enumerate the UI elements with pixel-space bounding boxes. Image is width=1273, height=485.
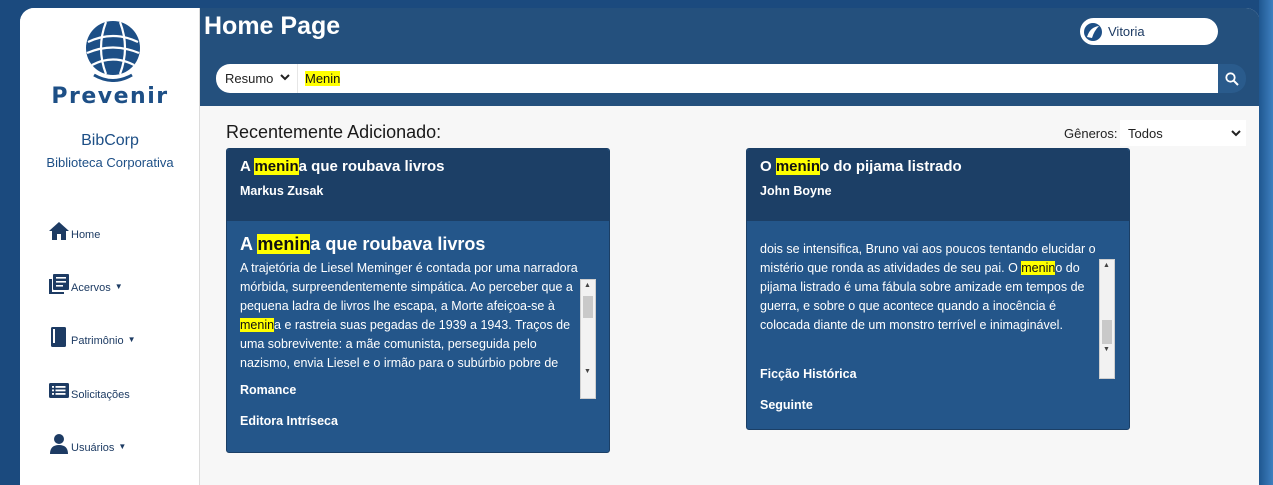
book-icon: [51, 327, 66, 347]
window-edge: [1259, 0, 1273, 485]
search-filter-value: Resumo: [225, 71, 274, 86]
books-icon: [49, 274, 69, 294]
book-title[interactable]: A menina que roubava livros: [240, 157, 596, 176]
search-highlight: menin: [1021, 261, 1056, 275]
org-name: BibCorp: [81, 132, 139, 149]
search-highlight: menin: [240, 318, 275, 332]
search-highlight: menin: [257, 234, 311, 254]
search-icon: [1225, 71, 1239, 86]
chevron-down-icon: [1231, 130, 1241, 137]
sidebar-item-label: Acervos: [71, 282, 111, 294]
user-name: Vitoria: [1108, 24, 1145, 39]
app-window: Prevenir BibCorp Biblioteca Corporativa …: [20, 8, 1260, 485]
book-card-body: A menina que roubava livros A trajetória…: [227, 234, 609, 428]
book-author: John Boyne: [760, 184, 832, 198]
user-menu-button[interactable]: Vitoria: [1080, 18, 1218, 45]
synopsis-text: A trajetória de Liesel Meminger é contad…: [240, 261, 578, 313]
scroll-down-icon[interactable]: ▼: [1103, 346, 1110, 353]
org-subtitle: Biblioteca Corporativa: [46, 155, 174, 170]
book-publisher: Editora Intríseca: [240, 414, 338, 428]
scroll-thumb[interactable]: [583, 296, 593, 318]
book-publisher: Seguinte: [760, 398, 813, 412]
globe-logo-icon: [86, 21, 140, 82]
book-genre: Romance: [240, 383, 297, 397]
chevron-down-icon: [280, 74, 290, 81]
book-card-header: A menina que roubava livros Markus Zusak: [227, 149, 609, 221]
genre-label: Gêneros:: [1064, 126, 1118, 141]
book-title-text: a que roubava livros: [298, 158, 445, 175]
book-card[interactable]: O menino do pijama listrado John Boyne B…: [746, 148, 1130, 430]
book-title[interactable]: O menino do pijama listrado: [760, 157, 1116, 176]
book-title-text: O: [760, 158, 776, 175]
sidebar-item-usuarios[interactable]: Usuários ▼: [48, 433, 126, 455]
sidebar-item-label: Home: [71, 229, 101, 241]
sidebar-item-acervos[interactable]: Acervos ▼: [48, 273, 123, 295]
sidebar: Prevenir BibCorp Biblioteca Corporativa …: [20, 8, 200, 485]
search-bar: Resumo Menin: [216, 64, 1246, 93]
logo-text: Prevenir: [51, 84, 169, 109]
book-card-body: Bruno faz amizade com um garoto do outro…: [747, 240, 1129, 412]
section-title: Recentemente Adicionado:: [226, 122, 442, 142]
avatar-icon: [1084, 22, 1102, 41]
scroll-up-icon[interactable]: ▲: [1103, 262, 1110, 269]
synopsis-textarea[interactable]: A trajetória de Liesel Meminger é contad…: [240, 259, 580, 373]
genre-value: Todos: [1128, 125, 1163, 141]
book-title-text: A: [240, 158, 255, 175]
home-icon: [49, 222, 69, 240]
main-content: Home Page Vitoria Resumo Menin Recenteme…: [200, 8, 1260, 485]
synopsis-scrolled-content: Bruno faz amizade com um garoto do outro…: [760, 240, 1098, 335]
sidebar-item-patrimonio[interactable]: Patrimônio ▼: [48, 326, 136, 348]
synopsis-textarea[interactable]: Bruno faz amizade com um garoto do outro…: [760, 240, 1098, 360]
synopsis-text: a e rastreia suas pegadas de 1939 a 1943…: [240, 318, 571, 370]
book-title-text: o do pijama listrado: [820, 158, 962, 175]
scroll-down-icon[interactable]: ▼: [584, 368, 591, 375]
search-button[interactable]: [1218, 64, 1246, 93]
search-input[interactable]: Menin: [298, 64, 1218, 93]
search-filter-select[interactable]: Resumo: [216, 64, 298, 93]
caret-down-icon: ▼: [127, 335, 136, 344]
search-highlight: menin: [254, 158, 299, 175]
sidebar-item-label: Solicitações: [71, 389, 130, 401]
synopsis-title-text: A: [240, 234, 258, 254]
sidebar-item-home[interactable]: Home: [48, 220, 100, 242]
book-author: Markus Zusak: [240, 184, 324, 198]
caret-down-icon: ▼: [118, 442, 127, 451]
search-query: Menin: [305, 71, 341, 86]
sidebar-item-label: Usuários: [71, 442, 115, 454]
genre-select[interactable]: Todos: [1120, 120, 1246, 146]
book-genre: Ficção Histórica: [760, 367, 857, 381]
book-card[interactable]: A menina que roubava livros Markus Zusak…: [226, 148, 610, 453]
list-icon: [49, 383, 69, 398]
synopsis-scrollbar[interactable]: ▲ ▼: [1099, 259, 1115, 379]
sidebar-item-label: Patrimônio: [71, 335, 124, 347]
page-title: Home Page: [204, 12, 341, 40]
scroll-up-icon[interactable]: ▲: [584, 282, 591, 289]
sidebar-item-solicitacoes[interactable]: Solicitações: [48, 380, 130, 402]
top-bar: Home Page Vitoria Resumo Menin: [200, 8, 1260, 106]
book-card-header: O menino do pijama listrado John Boyne: [747, 149, 1129, 221]
scroll-thumb[interactable]: [1102, 320, 1112, 344]
synopsis-scrollbar[interactable]: ▲ ▼: [580, 279, 596, 399]
user-icon: [50, 434, 68, 454]
caret-down-icon: ▼: [114, 282, 123, 291]
synopsis-title: A menina que roubava livros: [240, 234, 596, 255]
search-highlight: menin: [775, 158, 821, 175]
synopsis-title-text: a que roubava livros: [310, 234, 486, 254]
